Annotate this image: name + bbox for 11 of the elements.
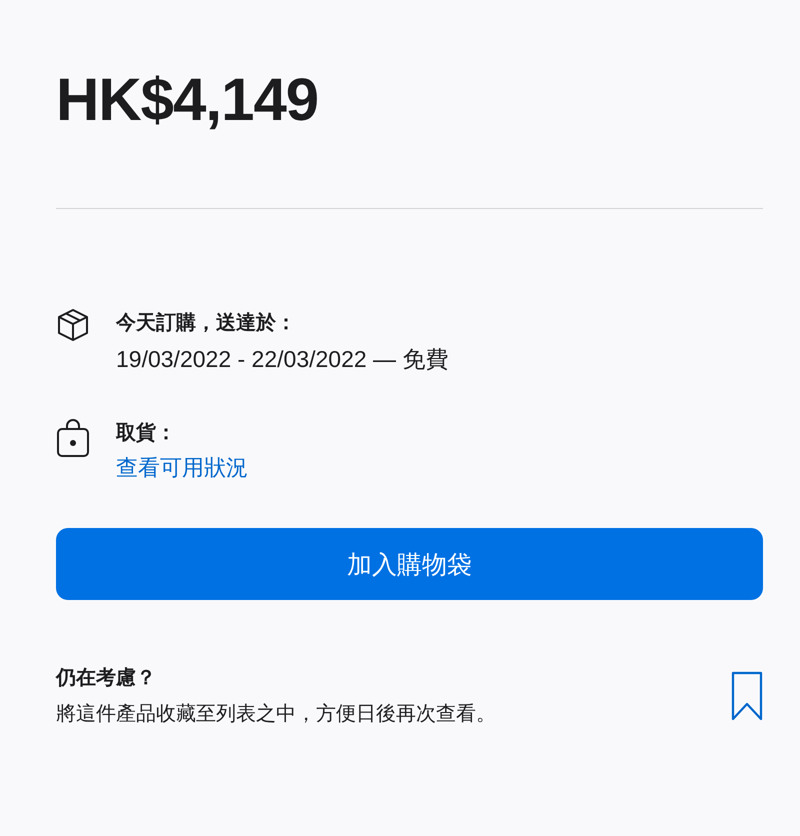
save-description: 將這件產品收藏至列表之中，方便日後再次查看。	[56, 700, 496, 727]
availability-link[interactable]: 查看可用狀況	[116, 448, 248, 490]
bookmark-icon[interactable]	[731, 671, 763, 721]
price: HK$4,149	[56, 65, 320, 135]
delivery-title: 今天訂購，送達於：	[116, 309, 297, 336]
pickup-title: 取貨：	[116, 419, 177, 446]
save-title: 仍在考慮？	[56, 664, 157, 691]
shopping-bag-icon	[56, 418, 90, 458]
delivery-dates: 19/03/2022 - 22/03/2022 — 免費	[116, 345, 448, 374]
add-to-bag-button[interactable]: 加入購物袋	[56, 528, 763, 600]
box-icon	[56, 308, 90, 342]
